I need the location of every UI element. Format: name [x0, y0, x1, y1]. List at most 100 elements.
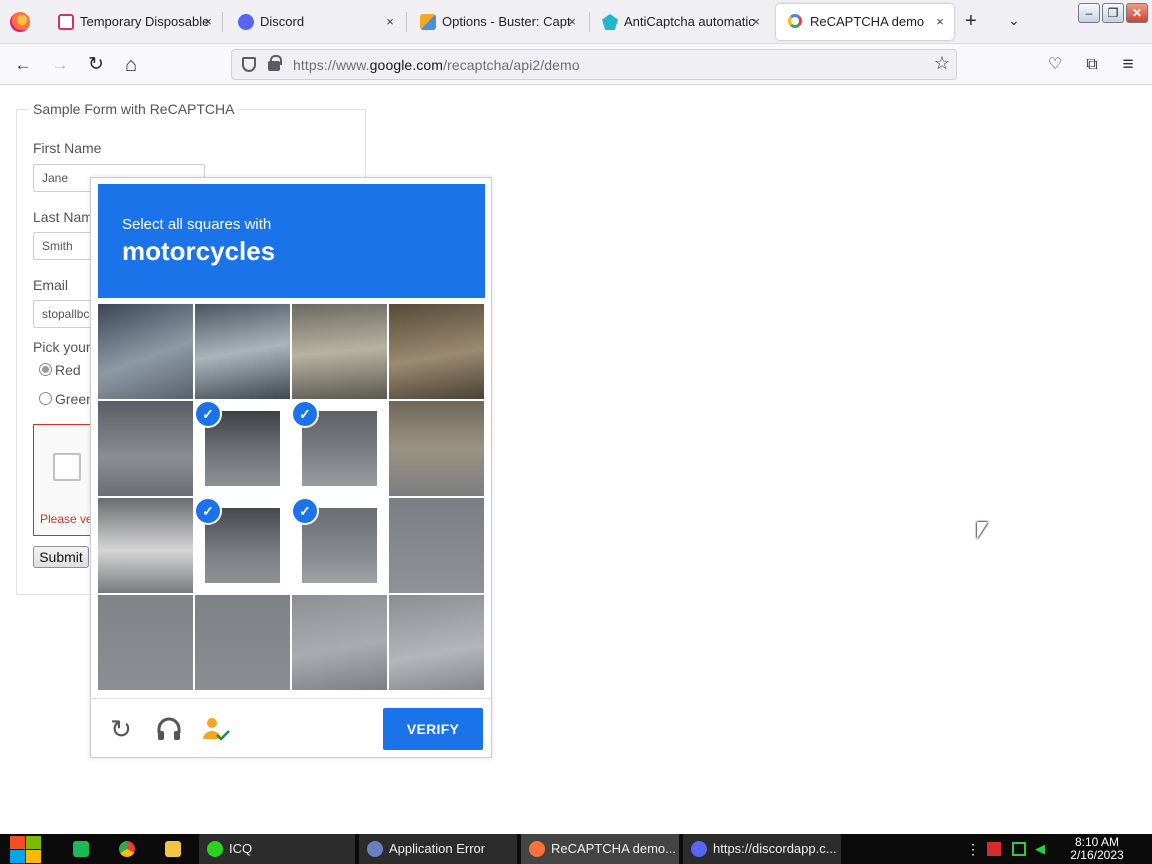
captcha-tile[interactable] [389, 401, 484, 496]
mouse-cursor-icon [977, 522, 988, 539]
recaptcha-challenge-dialog: Select all squares with motorcycles ✓ ✓ ✓ ✓… [90, 177, 492, 758]
selected-check-icon: ✓ [293, 499, 317, 523]
tab-discord[interactable]: Discord × [226, 4, 404, 40]
chrome-icon[interactable] [119, 841, 135, 857]
tab-label: AntiCaptcha automatic [624, 14, 755, 29]
extensions-icon[interactable]: ⧉ [1080, 53, 1104, 77]
radio-red[interactable] [39, 363, 52, 376]
close-tab-icon[interactable]: × [932, 4, 948, 40]
challenge-target: motorcycles [122, 236, 276, 266]
forward-button[interactable]: → [48, 53, 72, 77]
captcha-tile[interactable] [389, 595, 484, 690]
challenge-footer: ↻ VERIFY [91, 698, 491, 758]
reload-button[interactable]: ↻ [84, 53, 108, 77]
folder-icon[interactable] [165, 841, 181, 857]
submit-button[interactable]: Submit [33, 546, 89, 568]
windows-start-icon[interactable] [8, 834, 42, 864]
taskbar-application-error[interactable]: Application Error [359, 834, 519, 864]
tab-label: ReCAPTCHA demo [810, 14, 925, 29]
taskbar-icq[interactable]: ICQ [199, 834, 357, 864]
application-error-icon [367, 841, 383, 857]
spotify-icon[interactable] [73, 841, 89, 857]
new-tab-button[interactable]: + [965, 10, 977, 33]
pick-color-label: Pick your [33, 339, 91, 355]
tab-divider [222, 12, 223, 32]
tab-anticaptcha[interactable]: AntiCaptcha automatic × [590, 4, 770, 40]
headphones-icon[interactable] [155, 715, 183, 743]
reload-challenge-icon[interactable]: ↻ [107, 715, 135, 743]
close-tab-icon[interactable]: × [382, 4, 398, 40]
browser-tab-strip: Temporary Disposable × Discord × Options… [0, 0, 1152, 44]
user-verify-icon[interactable] [201, 715, 230, 743]
recaptcha-checkbox[interactable] [53, 453, 81, 481]
firefox-logo-icon[interactable] [10, 12, 30, 32]
close-window-button[interactable]: ✕ [1126, 3, 1148, 23]
radio-red-label: Red [55, 362, 81, 378]
icq-icon [207, 841, 223, 857]
captcha-tile-image [389, 401, 484, 496]
captcha-tile[interactable] [98, 401, 193, 496]
captcha-tile[interactable]: ✓ [292, 401, 387, 496]
email-label: Email [33, 277, 69, 293]
tab-recaptcha-demo[interactable]: ReCAPTCHA demo × [776, 4, 954, 40]
discord-icon [238, 14, 254, 30]
captcha-tile[interactable] [292, 304, 387, 399]
tracking-protection-shield-icon[interactable] [242, 57, 256, 72]
app-menu-icon[interactable]: ≡ [1116, 53, 1140, 77]
close-tab-icon[interactable]: × [748, 4, 764, 40]
back-button[interactable]: ← [11, 53, 35, 77]
captcha-tile-image [195, 595, 290, 690]
restore-window-button[interactable]: ❐ [1102, 3, 1124, 23]
radio-green-label: Green [55, 391, 94, 407]
captcha-tile[interactable]: ✓ [195, 401, 290, 496]
close-tab-icon[interactable]: × [564, 4, 580, 40]
taskbar-recaptcha-demo[interactable]: ReCAPTCHA demo... [521, 834, 681, 864]
discord-icon [691, 841, 707, 857]
captcha-tile[interactable] [98, 498, 193, 593]
captcha-tile[interactable] [389, 498, 484, 593]
tab-label: Options - Buster: Capt [442, 14, 571, 29]
challenge-instruction: Select all squares with [122, 216, 272, 233]
tab-buster-options[interactable]: Options - Buster: Capt × [408, 4, 586, 40]
captcha-tile-image [195, 304, 290, 399]
selected-check-icon: ✓ [196, 499, 220, 523]
volume-icon[interactable]: ◀ [1035, 842, 1049, 856]
verify-button[interactable]: VERIFY [383, 708, 483, 750]
tab-temporary-disposable[interactable]: Temporary Disposable × [46, 4, 222, 40]
captcha-tile[interactable] [292, 595, 387, 690]
form-legend: Sample Form with ReCAPTCHA [29, 101, 239, 117]
pocket-icon[interactable]: ♡ [1043, 53, 1067, 77]
recaptcha-error-text: Please ve [40, 512, 93, 526]
radio-green[interactable] [39, 392, 52, 405]
captcha-tile-image [389, 595, 484, 690]
selected-check-icon: ✓ [293, 402, 317, 426]
captcha-tile[interactable] [195, 304, 290, 399]
system-clock[interactable]: 8:10 AM 2/16/2023 [1062, 836, 1132, 862]
tab-divider [406, 12, 407, 32]
captcha-tile-image [389, 304, 484, 399]
captcha-tile[interactable] [98, 304, 193, 399]
close-tab-icon[interactable]: × [200, 4, 216, 40]
captcha-tile[interactable]: ✓ [292, 498, 387, 593]
lock-icon[interactable] [268, 55, 282, 71]
tab-label: Temporary Disposable [80, 14, 210, 29]
captcha-tile-image [98, 304, 193, 399]
captcha-tile[interactable] [389, 304, 484, 399]
taskbar-discordapp[interactable]: https://discordapp.c... [683, 834, 843, 864]
last-name-label: Last Nam [33, 209, 93, 225]
list-all-tabs-button[interactable]: ⌄ [1008, 12, 1020, 29]
address-bar[interactable]: https://www.google.com/recaptcha/api2/de… [231, 49, 957, 80]
network-icon[interactable] [1012, 842, 1026, 856]
tray-overflow-icon[interactable]: ⋮ [966, 842, 980, 856]
buster-icon [420, 14, 436, 30]
captcha-tile[interactable] [98, 595, 193, 690]
captcha-tile[interactable]: ✓ [195, 498, 290, 593]
minimize-window-button[interactable]: – [1078, 3, 1100, 23]
captcha-tile-image [98, 401, 193, 496]
captcha-tile[interactable] [195, 595, 290, 690]
challenge-header: Select all squares with motorcycles [98, 184, 485, 298]
url-text[interactable]: https://www.google.com/recaptcha/api2/de… [293, 57, 580, 73]
home-button[interactable]: ⌂ [119, 53, 143, 77]
action-center-flag-icon[interactable] [987, 842, 1001, 856]
bookmark-star-icon[interactable]: ☆ [934, 53, 950, 74]
